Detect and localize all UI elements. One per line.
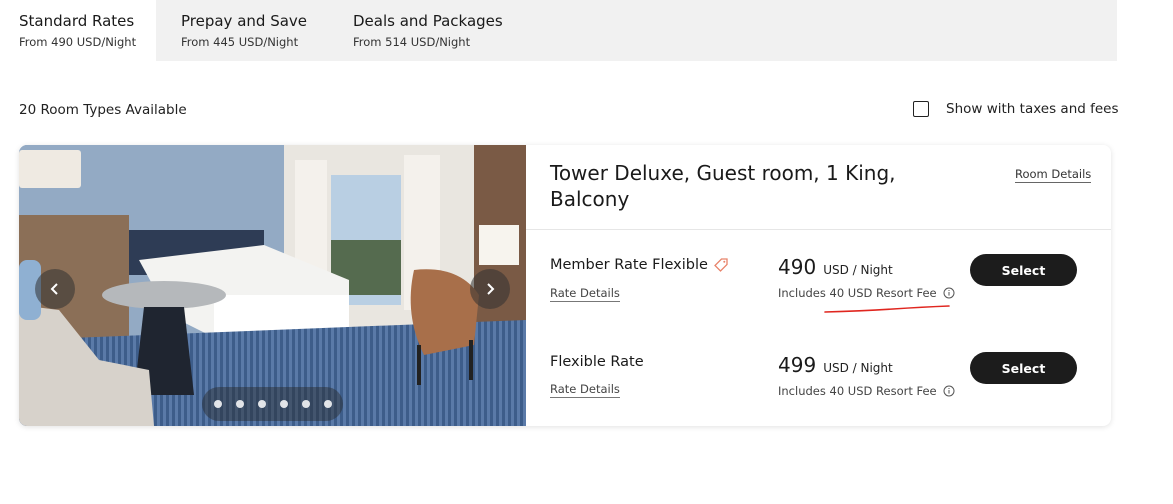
- rate-name-text: Flexible Rate: [550, 354, 644, 370]
- tab-label: Deals and Packages: [353, 12, 503, 30]
- info-icon[interactable]: [943, 385, 955, 397]
- rate-price: 490 USD / Night: [778, 255, 893, 279]
- room-card: Tower Deluxe, Guest room, 1 King, Balcon…: [19, 145, 1111, 426]
- carousel-dots: [202, 387, 343, 421]
- room-types-count: 20 Room Types Available: [19, 102, 187, 118]
- resort-fee-text: Includes 40 USD Resort Fee: [778, 384, 937, 398]
- rate-details-link[interactable]: Rate Details: [550, 382, 620, 398]
- resort-fee-note: Includes 40 USD Resort Fee: [778, 384, 955, 398]
- tab-label: Prepay and Save: [181, 12, 308, 30]
- room-details-link[interactable]: Room Details: [1015, 167, 1092, 183]
- rate-price: 499 USD / Night: [778, 353, 893, 377]
- tab-from-price: From 514 USD/Night: [353, 35, 471, 49]
- resort-fee-text: Includes 40 USD Resort Fee: [778, 286, 937, 300]
- select-rate-button[interactable]: Select: [970, 254, 1077, 286]
- rate-tabs: Standard Rates From 490 USD/Night Prepay…: [0, 0, 1117, 61]
- tag-icon: [714, 258, 728, 272]
- carousel-dot[interactable]: [235, 400, 244, 408]
- tab-from-price: From 490 USD/Night: [19, 35, 137, 49]
- carousel-dot[interactable]: [213, 400, 222, 408]
- tab-label: Standard Rates: [19, 12, 135, 30]
- rate-name-text: Member Rate Flexible: [550, 257, 708, 273]
- annotation-underline: [824, 305, 950, 313]
- tab-from-price: From 445 USD/Night: [181, 35, 299, 49]
- taxes-checkbox-label[interactable]: Show with taxes and fees: [946, 101, 1119, 117]
- rate-name: Flexible Rate: [550, 354, 644, 370]
- previous-photo-button[interactable]: [35, 269, 75, 309]
- carousel-dot[interactable]: [279, 400, 288, 408]
- show-taxes-toggle[interactable]: Show with taxes and fees: [913, 101, 1119, 117]
- select-rate-button[interactable]: Select: [970, 352, 1077, 384]
- price-amount: 490: [778, 255, 817, 279]
- price-unit: USD / Night: [823, 361, 893, 375]
- divider: [526, 229, 1111, 230]
- price-amount: 499: [778, 353, 817, 377]
- rate-details-link[interactable]: Rate Details: [550, 286, 620, 302]
- carousel-dot[interactable]: [301, 400, 310, 408]
- chevron-right-icon: [487, 283, 495, 295]
- room-photo-carousel: [19, 145, 526, 426]
- tab-standard-rates[interactable]: Standard Rates From 490 USD/Night: [0, 0, 156, 61]
- rate-name: Member Rate Flexible: [550, 257, 729, 273]
- room-title: Tower Deluxe, Guest room, 1 King, Balcon…: [550, 161, 896, 211]
- chevron-left-icon: [50, 283, 58, 295]
- tab-prepay-and-save[interactable]: Prepay and Save From 445 USD/Night: [181, 0, 307, 61]
- taxes-checkbox[interactable]: [913, 101, 929, 117]
- carousel-dot[interactable]: [257, 400, 266, 408]
- info-icon[interactable]: [943, 287, 955, 299]
- room-photo: [19, 145, 526, 426]
- price-unit: USD / Night: [823, 263, 893, 277]
- room-info: Tower Deluxe, Guest room, 1 King, Balcon…: [526, 145, 1111, 426]
- next-photo-button[interactable]: [470, 269, 510, 309]
- tab-deals-and-packages[interactable]: Deals and Packages From 514 USD/Night: [353, 0, 503, 61]
- carousel-dot[interactable]: [323, 400, 332, 408]
- resort-fee-note: Includes 40 USD Resort Fee: [778, 286, 955, 300]
